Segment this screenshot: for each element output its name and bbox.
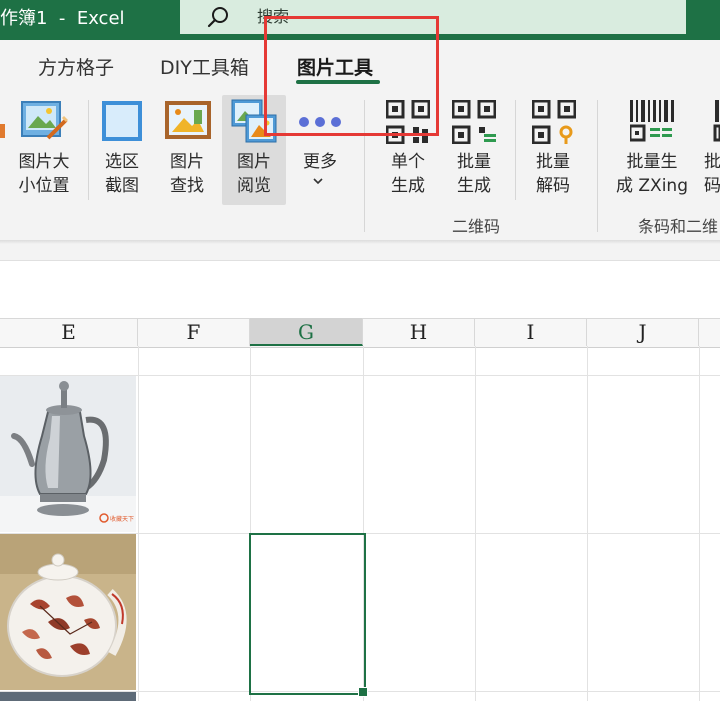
photo-watermark: 收藏天下 <box>110 515 134 523</box>
group-label-barcode: 条码和二维 <box>638 217 719 236</box>
barcode-partial-icon[interactable] <box>712 100 720 144</box>
floral-teapot-photo[interactable] <box>0 534 136 690</box>
fill-handle[interactable] <box>358 687 368 697</box>
column-header-f[interactable]: F <box>138 318 250 346</box>
picture-find-icon[interactable] <box>164 100 212 140</box>
picture-resize-icon[interactable] <box>20 98 68 144</box>
qr-batch-label: 批量 生成 <box>457 152 491 196</box>
qr-decode-label: 批量 解码 <box>536 152 570 196</box>
annotation-highlight-box <box>264 16 439 136</box>
qr-code-batch-icon[interactable] <box>452 100 496 144</box>
ribbon-separator <box>515 100 516 200</box>
barcode-partial-button[interactable]: 批 码 <box>704 150 720 198</box>
silver-teapot-photo[interactable]: 收藏天下 <box>0 376 136 532</box>
column-header-e[interactable]: E <box>0 318 138 346</box>
column-header-next[interactable] <box>699 318 720 346</box>
window-title: 作簿1 - Excel <box>0 8 125 29</box>
qr-batch-button[interactable]: 批量 生成 <box>442 150 506 198</box>
column-header-h[interactable]: H <box>363 318 475 346</box>
qr-code-decode-icon[interactable] <box>532 100 576 144</box>
group-label-qrcode: 二维码 <box>452 217 501 236</box>
qr-single-button[interactable]: 单个 生成 <box>376 150 440 198</box>
search-icon[interactable] <box>205 3 233 31</box>
qr-decode-button[interactable]: 批量 解码 <box>521 150 585 198</box>
more-button[interactable]: 更多 <box>288 150 352 174</box>
selection-screenshot-label: 选区 截图 <box>105 152 139 196</box>
selection-screenshot-button[interactable]: 选区 截图 <box>90 150 154 198</box>
picture-find-button[interactable]: 图片 查找 <box>155 150 219 198</box>
selection-screenshot-icon[interactable] <box>101 100 143 142</box>
column-header-i[interactable]: I <box>475 318 587 346</box>
next-image-edge <box>0 692 136 701</box>
grid-line <box>587 346 588 701</box>
tab-fangfang-gezi[interactable]: 方方格子 <box>38 53 114 80</box>
previous-button-icon-edge <box>0 124 5 138</box>
barcode-zxing-label: 批量生 成 ZXing <box>616 152 688 196</box>
qr-single-label: 单个 生成 <box>391 152 425 196</box>
picture-resize-label: 图片大 小位置 <box>18 152 70 196</box>
ribbon-bottom-band <box>0 244 720 260</box>
column-header-g[interactable]: G <box>250 318 363 346</box>
tab-diy-toolbox[interactable]: DIY工具箱 <box>160 53 249 80</box>
picture-resize-button[interactable]: 图片大 小位置 <box>8 150 80 198</box>
picture-browse-label: 图片 阅览 <box>237 152 271 196</box>
picture-browse-button[interactable]: 图片 阅览 <box>222 150 286 198</box>
more-label: 更多 <box>303 152 337 172</box>
grid-line <box>699 346 700 701</box>
grid-line <box>475 346 476 701</box>
ribbon-separator <box>88 100 89 200</box>
barcode-zxing-button[interactable]: 批量生 成 ZXing <box>610 150 694 198</box>
barcode-icon[interactable] <box>630 100 674 144</box>
ribbon-separator <box>597 100 598 232</box>
picture-find-label: 图片 查找 <box>170 152 204 196</box>
formula-bar-area[interactable] <box>0 260 720 303</box>
barcode-partial-label: 批 码 <box>704 152 720 196</box>
chevron-down-icon[interactable] <box>311 177 325 187</box>
selected-cell-g[interactable] <box>249 533 366 695</box>
grid-line <box>138 346 139 701</box>
column-header-j[interactable]: J <box>587 318 699 346</box>
